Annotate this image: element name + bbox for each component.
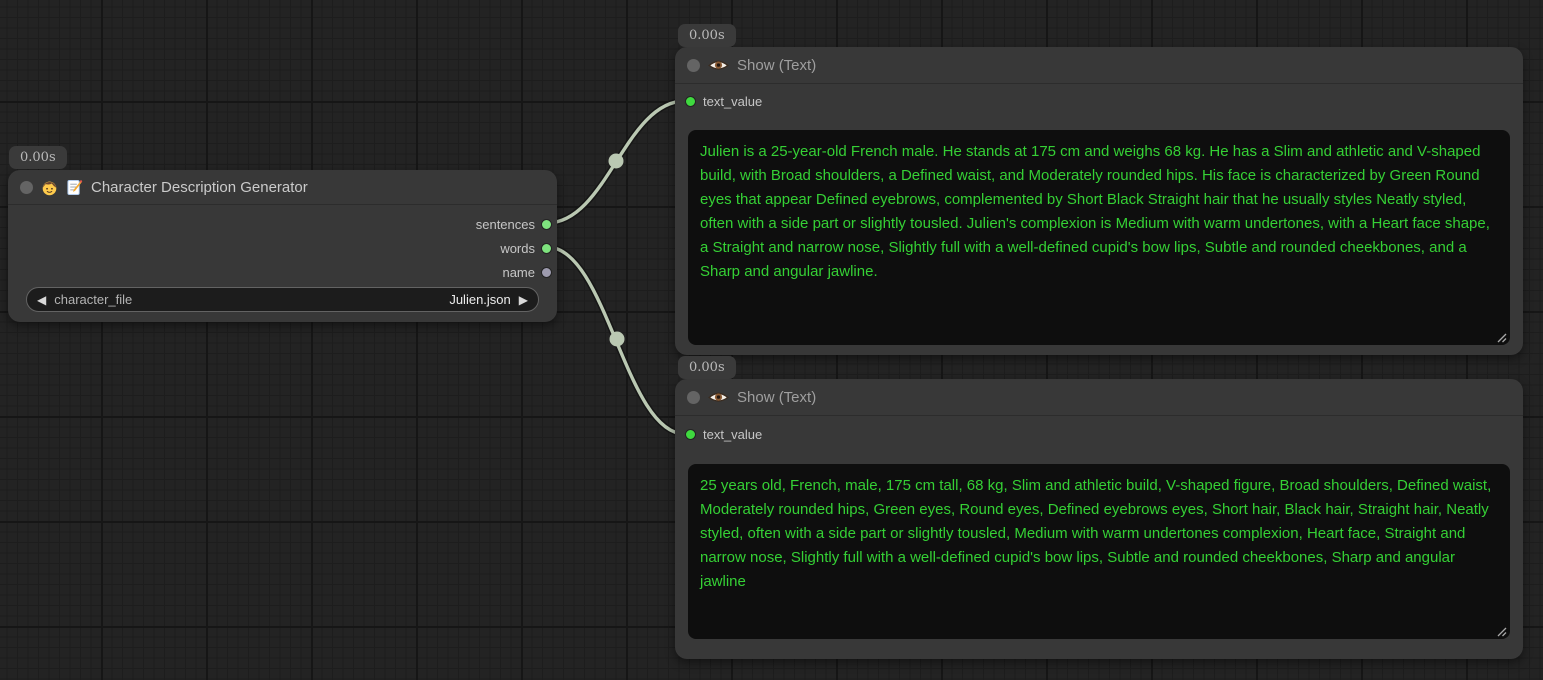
execution-time-badge: 0.00s	[678, 24, 736, 47]
output-socket-sentences[interactable]	[541, 219, 552, 230]
person-icon	[41, 179, 58, 196]
input-label-text-value: text_value	[703, 94, 762, 109]
node-character-description-generator[interactable]: 0.00s	[8, 170, 557, 322]
next-value-arrow-icon[interactable]: ▶	[519, 294, 528, 306]
text-display-wrapper	[688, 464, 1510, 639]
node-header[interactable]: Show (Text)	[675, 47, 1523, 84]
eye-icon	[708, 390, 729, 405]
prev-value-arrow-icon[interactable]: ◀	[37, 294, 46, 306]
node-title: Show (Text)	[737, 389, 816, 406]
output-label-sentences: sentences	[476, 217, 535, 232]
node-status-dot[interactable]	[687, 391, 700, 404]
output-label-name: name	[502, 265, 535, 280]
input-socket-text-value[interactable]	[685, 96, 696, 107]
output-label-words: words	[500, 241, 535, 256]
widget-name-label: character_file	[54, 292, 132, 307]
output-row-name: name	[8, 260, 557, 284]
resize-handle-icon[interactable]	[1495, 330, 1507, 342]
text-display-wrapper	[688, 130, 1510, 345]
node-outputs: sentences words name	[8, 212, 557, 284]
eye-icon	[708, 58, 729, 73]
execution-time-badge: 0.00s	[678, 356, 736, 379]
text-display-1[interactable]	[688, 130, 1510, 345]
link-sentences-midpoint-dot[interactable]	[609, 154, 624, 169]
execution-time-badge: 0.00s	[9, 146, 67, 169]
output-row-sentences: sentences	[8, 212, 557, 236]
node-header[interactable]: Character Description Generator	[8, 170, 557, 205]
input-row-text-value: text_value	[675, 87, 1523, 115]
link-words-midpoint-dot[interactable]	[610, 332, 625, 347]
output-socket-words[interactable]	[541, 243, 552, 254]
memo-icon	[66, 179, 83, 196]
text-display-2[interactable]	[688, 464, 1510, 639]
node-status-dot[interactable]	[687, 59, 700, 72]
widget-value: Julien.json	[449, 292, 510, 307]
output-row-words: words	[8, 236, 557, 260]
input-label-text-value: text_value	[703, 427, 762, 442]
node-header[interactable]: Show (Text)	[675, 379, 1523, 416]
node-show-text-1[interactable]: 0.00s Show (Text) text_value	[675, 47, 1523, 355]
input-row-text-value: text_value	[675, 420, 1523, 448]
node-graph-canvas[interactable]: 0.00s	[0, 0, 1543, 680]
output-socket-name[interactable]	[541, 267, 552, 278]
character-file-widget[interactable]: ◀ character_file Julien.json ▶	[26, 287, 539, 312]
node-title: Show (Text)	[737, 57, 816, 74]
resize-handle-icon[interactable]	[1495, 624, 1507, 636]
node-status-dot[interactable]	[20, 181, 33, 194]
node-show-text-2[interactable]: 0.00s Show (Text) text_value	[675, 379, 1523, 659]
input-socket-text-value[interactable]	[685, 429, 696, 440]
node-title: Character Description Generator	[91, 179, 308, 196]
